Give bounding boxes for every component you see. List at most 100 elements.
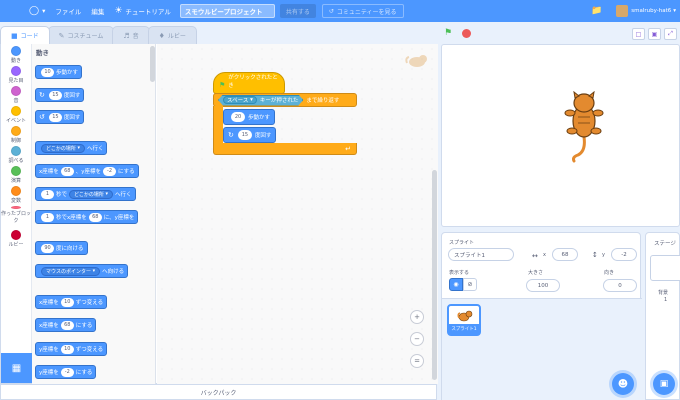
chevron-down-icon: ▾ bbox=[42, 7, 46, 15]
category-ruby[interactable]: ルビー bbox=[1, 228, 31, 248]
category-sensing[interactable]: 調べる bbox=[1, 144, 31, 164]
turn-left-block[interactable]: ↺ 15 度回す bbox=[35, 110, 85, 124]
block-input[interactable]: -2 bbox=[60, 367, 74, 377]
zoom-out-button[interactable]: − bbox=[410, 332, 424, 346]
glide-xy-block[interactable]: 1 秒でx座標を 68 に、y座標を bbox=[35, 210, 139, 224]
tab-costume[interactable]: ✎ コスチューム bbox=[47, 26, 115, 44]
tab-sound[interactable]: ♬ 音 bbox=[112, 26, 150, 44]
move-steps-block[interactable]: 20 歩動かす bbox=[223, 109, 276, 125]
key-pressed-condition[interactable]: スペース ▾ キーが押された bbox=[218, 95, 303, 106]
block-input[interactable]: 10 bbox=[60, 297, 74, 307]
set-y-block[interactable]: y座標を -2 にする bbox=[35, 365, 97, 379]
point-direction-block[interactable]: 90 度に向ける bbox=[35, 241, 88, 255]
community-button[interactable]: ↺ コミュニティーを見る bbox=[321, 4, 404, 18]
category-label: 動き bbox=[10, 58, 21, 64]
category-variables[interactable]: 変数 bbox=[1, 184, 31, 204]
category-events[interactable]: イベント bbox=[1, 104, 31, 124]
repeat-until-block[interactable]: スペース ▾ キーが押された まで繰り返す bbox=[213, 93, 357, 107]
workspace-scrollbar[interactable] bbox=[432, 170, 437, 380]
when-flag-clicked-block[interactable]: ⚑ がクリックされたとき bbox=[213, 72, 285, 94]
backdrop-thumbnail[interactable] bbox=[650, 255, 680, 281]
block-input[interactable]: 68 bbox=[60, 166, 74, 176]
direction-label: 向き bbox=[604, 270, 615, 276]
loop-arrow-icon: ↵ bbox=[345, 144, 351, 153]
folder-icon[interactable]: 📁 bbox=[591, 6, 602, 16]
project-title-input[interactable]: スモウルビープロジェクト bbox=[179, 4, 275, 18]
zoom-reset-button[interactable]: = bbox=[410, 354, 424, 368]
block-text: キーが押された bbox=[259, 98, 299, 104]
x-input[interactable]: 68 bbox=[552, 248, 578, 261]
turn-right-block[interactable]: ↻ 15 度回す bbox=[35, 88, 85, 102]
cat-add-icon: ☻ bbox=[617, 378, 629, 390]
block-text: まで繰り返す bbox=[306, 98, 340, 104]
account-menu[interactable]: smalruby-hat6 ▾ bbox=[616, 5, 676, 17]
category-operators[interactable]: 演算 bbox=[1, 164, 31, 184]
category-looks[interactable]: 見た目 bbox=[1, 64, 31, 84]
goto-block[interactable]: どこかの場所 ▾ へ行く bbox=[35, 141, 108, 155]
size-input[interactable]: 100 bbox=[526, 279, 560, 292]
add-extension-button[interactable]: ▦ bbox=[1, 353, 32, 383]
logo[interactable] bbox=[0, 0, 24, 22]
point-towards-dropdown[interactable]: マウスのポインター ▾ bbox=[41, 266, 101, 276]
key-dropdown[interactable]: スペース ▾ bbox=[223, 96, 257, 104]
block-input[interactable]: -2 bbox=[103, 166, 117, 176]
file-menu[interactable]: ファイル bbox=[50, 0, 86, 22]
block-input[interactable]: 20 bbox=[231, 112, 245, 122]
share-button[interactable]: 共有する bbox=[279, 4, 316, 18]
stage[interactable] bbox=[441, 44, 680, 227]
fullscreen-button[interactable]: ⤢ bbox=[664, 28, 677, 40]
y-input[interactable]: -2 bbox=[611, 248, 637, 261]
script-workspace[interactable]: ⚑ がクリックされたとき スペース ▾ キーが押された まで繰り返す 20 歩動… bbox=[157, 44, 438, 384]
x-label: x bbox=[543, 252, 546, 258]
palette-scrollbar[interactable] bbox=[150, 46, 155, 82]
turn-right-block[interactable]: ↻ 15 度回す bbox=[223, 127, 277, 143]
language-menu[interactable]: ◯ ▾ bbox=[24, 0, 50, 22]
goto-xy-block[interactable]: x座標を 68 、y座標を -2 にする bbox=[35, 164, 139, 178]
block-input[interactable]: 1 bbox=[41, 189, 54, 199]
sprite-thumbnail[interactable]: スプライト1 bbox=[447, 304, 481, 336]
eye-icon: ◉ bbox=[453, 281, 459, 288]
cat-sprite[interactable] bbox=[564, 91, 606, 163]
block-text: 秒でx座標を bbox=[56, 215, 87, 221]
block-input[interactable]: 15 bbox=[237, 130, 252, 140]
green-flag-button[interactable]: ⚑ bbox=[444, 28, 454, 38]
category-motion[interactable]: 動き bbox=[1, 44, 31, 64]
large-stage-button[interactable]: ▣ bbox=[648, 28, 661, 40]
category-sound[interactable]: 音 bbox=[1, 84, 31, 104]
direction-input[interactable]: 0 bbox=[603, 279, 637, 292]
stop-button[interactable] bbox=[462, 29, 471, 38]
block-input[interactable]: 15 bbox=[48, 90, 62, 100]
add-backdrop-button[interactable]: ▣ bbox=[653, 373, 675, 395]
block-input[interactable]: 68 bbox=[88, 212, 102, 222]
category-dot bbox=[11, 166, 21, 176]
show-sprite-button[interactable]: ◉ bbox=[449, 278, 463, 291]
point-towards-block[interactable]: マウスのポインター ▾ へ向ける bbox=[35, 264, 129, 278]
backpack[interactable]: バックパック bbox=[0, 384, 437, 400]
edit-menu[interactable]: 編集 bbox=[86, 0, 109, 22]
sprite-name-input[interactable]: スプライト1 bbox=[448, 248, 514, 261]
set-x-block[interactable]: x座標を 68 にする bbox=[35, 318, 97, 332]
change-x-block[interactable]: x座標を 10 ずつ変える bbox=[35, 295, 108, 309]
tab-code[interactable]: ■ コード bbox=[0, 26, 50, 44]
goto-target-dropdown[interactable]: どこかの場所 ▾ bbox=[41, 143, 85, 153]
block-input[interactable]: 15 bbox=[48, 112, 62, 122]
small-stage-button[interactable]: □ bbox=[632, 28, 645, 40]
move-steps-block[interactable]: 10 歩動かす bbox=[35, 65, 83, 79]
glide-target-dropdown[interactable]: どこかの場所 ▾ bbox=[69, 189, 113, 199]
glide-block[interactable]: 1 秒で どこかの場所 ▾ へ行く bbox=[35, 187, 136, 201]
add-sprite-button[interactable]: ☻ bbox=[612, 373, 634, 395]
zoom-in-button[interactable]: + bbox=[410, 310, 424, 324]
hide-sprite-button[interactable]: ⊘ bbox=[463, 278, 477, 291]
block-input[interactable]: 10 bbox=[60, 344, 74, 354]
category-my-blocks[interactable]: 作ったブロック bbox=[1, 204, 31, 224]
tutorial-menu[interactable]: ☀ チュートリアル bbox=[109, 0, 176, 22]
green-flag-icon: ⚑ bbox=[219, 81, 226, 89]
rotate-right-icon: ↻ bbox=[228, 131, 234, 139]
tab-ruby[interactable]: ♦ ルビー bbox=[147, 26, 197, 44]
block-input[interactable]: 68 bbox=[60, 320, 74, 330]
change-y-block[interactable]: y座標を 10 ずつ変える bbox=[35, 342, 108, 356]
category-control[interactable]: 制御 bbox=[1, 124, 31, 144]
block-input[interactable]: 10 bbox=[41, 67, 54, 77]
block-input[interactable]: 90 bbox=[41, 243, 54, 253]
block-input[interactable]: 1 bbox=[41, 212, 54, 222]
